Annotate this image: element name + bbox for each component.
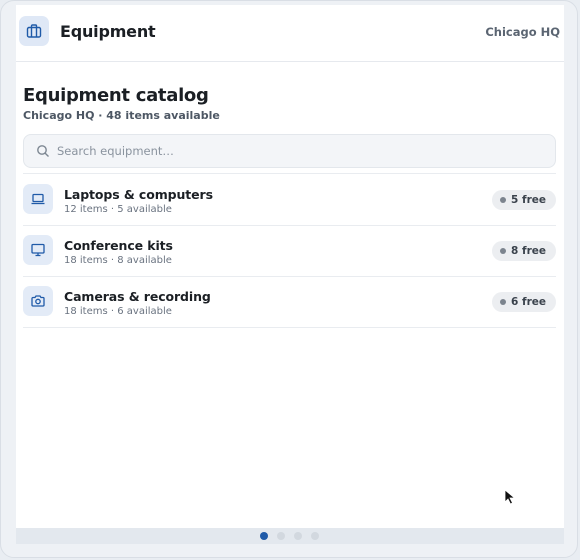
category-detail: 18 items · 6 available xyxy=(64,306,172,317)
category-name: Conference kits xyxy=(64,238,173,253)
page-dot-4[interactable] xyxy=(311,532,319,540)
app-panel: Equipment Chicago HQ Equipment catalog C… xyxy=(16,5,564,528)
laptop-icon xyxy=(23,184,53,214)
badge-label: 5 free xyxy=(511,194,546,206)
app-title: Equipment xyxy=(60,22,156,41)
status-dot-icon xyxy=(500,299,507,305)
availability-badge: 6 free xyxy=(492,292,556,312)
search-icon xyxy=(37,145,49,157)
top-bar: Equipment Chicago HQ xyxy=(16,5,564,62)
monitor-icon xyxy=(23,235,53,265)
category-row-cameras[interactable]: Cameras & recording 18 items · 6 availab… xyxy=(23,276,556,328)
search-input[interactable] xyxy=(57,135,537,167)
page-indicator xyxy=(16,528,564,544)
category-name: Laptops & computers xyxy=(64,187,213,202)
status-dot-icon xyxy=(500,197,507,203)
page-dot-2[interactable] xyxy=(277,532,285,540)
page-dot-3[interactable] xyxy=(294,532,302,540)
availability-badge: 5 free xyxy=(492,190,556,210)
badge-label: 8 free xyxy=(511,245,546,257)
category-row-conference[interactable]: Conference kits 18 items · 8 available 8… xyxy=(23,225,556,277)
location-label[interactable]: Chicago HQ xyxy=(485,25,560,39)
category-detail: 12 items · 5 available xyxy=(64,204,172,215)
search-box[interactable] xyxy=(23,134,556,168)
briefcase-icon xyxy=(19,16,49,46)
category-row-laptops[interactable]: Laptops & computers 12 items · 5 availab… xyxy=(23,174,556,226)
camera-icon xyxy=(23,286,53,316)
availability-badge: 8 free xyxy=(492,241,556,261)
mouse-pointer-icon xyxy=(504,489,516,505)
page-subtitle: Chicago HQ · 48 items available xyxy=(23,109,220,122)
page-title: Equipment catalog xyxy=(23,85,209,106)
status-dot-icon xyxy=(500,248,507,254)
category-detail: 18 items · 8 available xyxy=(64,255,172,266)
category-name: Cameras & recording xyxy=(64,289,211,304)
page-dot-1[interactable] xyxy=(260,532,268,540)
badge-label: 6 free xyxy=(511,296,546,308)
